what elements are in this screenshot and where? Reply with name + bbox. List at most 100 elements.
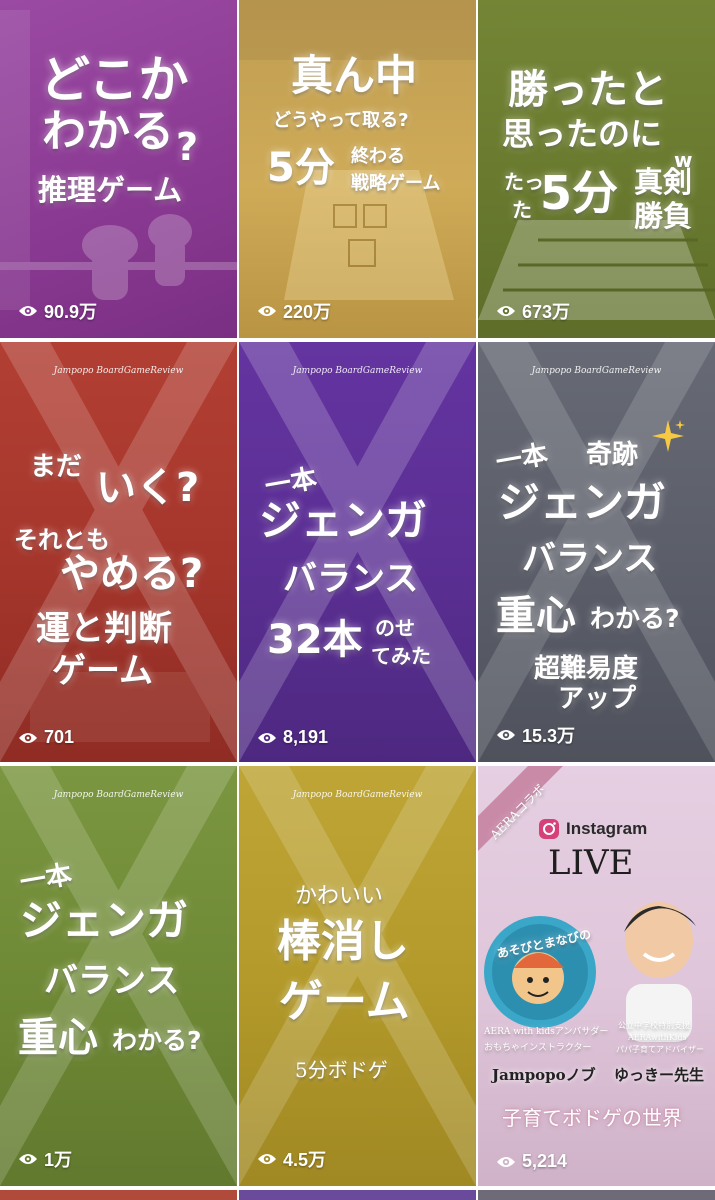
title-line: ジェンガ bbox=[498, 478, 667, 527]
instagram-label: Instagram bbox=[566, 819, 648, 838]
reel-tile-4[interactable]: Jampopo BoardGameReview まだ いく? それとも やめる?… bbox=[0, 342, 237, 762]
view-count: 673万 bbox=[496, 298, 570, 324]
title-line: わかる? bbox=[112, 1026, 202, 1055]
title-line: どこか bbox=[40, 51, 189, 109]
presenter-portrait bbox=[624, 902, 696, 1042]
title-question: ? bbox=[176, 125, 199, 169]
credit-line: AERAwithKids bbox=[628, 1033, 687, 1042]
title-line: まだ bbox=[30, 452, 83, 482]
channel-watermark: Jampopo BoardGameReview bbox=[53, 366, 184, 376]
view-count: 15.3万 bbox=[496, 722, 575, 748]
reel-tile-7[interactable]: Jampopo BoardGameReview 一本 ジェンガ バランス 重心 … bbox=[0, 766, 237, 1186]
view-count-text: 220万 bbox=[283, 302, 332, 322]
title-line: のせ bbox=[375, 616, 415, 640]
eye-icon bbox=[258, 306, 276, 316]
view-count-text: 673万 bbox=[522, 302, 571, 322]
title-line: てみた bbox=[371, 644, 431, 668]
view-count: 220万 bbox=[257, 298, 331, 324]
title-line: 重心 bbox=[496, 593, 576, 639]
title-line: 真ん中 bbox=[291, 51, 418, 100]
title-line: やめる? bbox=[60, 551, 204, 597]
title-line: どうやって取る? bbox=[273, 110, 409, 131]
reel-tile-2[interactable]: 真ん中 どうやって取る? 5分 終わる 戦略ゲーム 220万 bbox=[239, 0, 476, 338]
eye-icon bbox=[19, 732, 37, 743]
x-overlay bbox=[239, 342, 476, 762]
title-line: 勝負 bbox=[634, 199, 693, 233]
view-count-text: 15.3万 bbox=[522, 726, 576, 746]
title-line: かわいい bbox=[295, 884, 384, 909]
credit-line: パパ子育てアドバイザー bbox=[616, 1045, 704, 1054]
title-line: 勝ったと bbox=[508, 67, 668, 113]
title-line: 奇跡 bbox=[586, 440, 639, 470]
view-count: 90.9万 bbox=[18, 298, 97, 324]
title-line: 重心 bbox=[18, 1015, 98, 1061]
title-line: 真剣 bbox=[634, 165, 693, 199]
title-line: た bbox=[512, 198, 532, 222]
eye-icon bbox=[19, 1154, 37, 1164]
title-line: ゲーム bbox=[279, 976, 410, 1027]
credit-line: 公立中学校特別支援 bbox=[618, 1021, 690, 1030]
eye-icon bbox=[258, 1154, 276, 1164]
title-line: 5分 bbox=[267, 145, 335, 191]
title-line: たっ bbox=[504, 170, 544, 194]
title-line: 5分 bbox=[540, 166, 619, 220]
view-count-text: 1万 bbox=[44, 1150, 73, 1170]
reel-tile-8[interactable]: Jampopo BoardGameReview かわいい 棒消し ゲーム 5分ボ… bbox=[239, 766, 476, 1186]
title-line: 棒消し bbox=[277, 916, 409, 967]
reel-tile-11-partial[interactable] bbox=[239, 1190, 476, 1200]
title-line: それとも bbox=[14, 526, 110, 554]
view-count: 4.5万 bbox=[257, 1146, 326, 1172]
view-count-text: 5,214 bbox=[522, 1151, 568, 1171]
event-title: 子育てボドゲの世界 bbox=[502, 1106, 682, 1130]
credit-line: AERA with kidsアンバサダー bbox=[484, 1027, 609, 1037]
title-line: ゲーム bbox=[52, 651, 153, 691]
eye-icon bbox=[497, 1156, 515, 1167]
reel-tile-10-partial[interactable] bbox=[0, 1190, 237, 1200]
title-line: 運と判断 bbox=[36, 609, 172, 649]
eye-icon bbox=[497, 730, 515, 740]
title-line: ジェンガ bbox=[20, 896, 189, 945]
title-line: 戦略ゲーム bbox=[351, 173, 441, 194]
credit-line: おもちゃインストラクター bbox=[484, 1043, 592, 1053]
title-line: 超難易度 bbox=[534, 654, 639, 684]
view-count: 5,214 bbox=[496, 1151, 567, 1172]
channel-watermark: Jampopo BoardGameReview bbox=[292, 366, 423, 376]
reel-tile-9[interactable]: AERAコラボ Instagram LIVE あそびとまなびの AERA wit… bbox=[478, 766, 715, 1186]
title-line: わかる bbox=[42, 106, 174, 157]
reel-tile-5[interactable]: Jampopo BoardGameReview 一本 ジェンガ バランス 32本… bbox=[239, 342, 476, 762]
presenter-name: ゆっきー先生 bbox=[614, 1066, 705, 1084]
eye-icon bbox=[497, 306, 515, 316]
view-count: 8,191 bbox=[257, 727, 328, 748]
reel-tile-6[interactable]: Jampopo BoardGameReview 一本 奇跡 ジェンガ バランス … bbox=[478, 342, 715, 762]
presenter-name: Jampopoノブ bbox=[492, 1066, 596, 1084]
view-count-text: 4.5万 bbox=[283, 1150, 327, 1170]
channel-watermark: Jampopo BoardGameReview bbox=[53, 790, 184, 800]
live-label: LIVE bbox=[548, 843, 634, 883]
title-line: わかる? bbox=[590, 604, 680, 633]
title-line: 終わる bbox=[351, 146, 405, 167]
view-count-text: 701 bbox=[44, 727, 75, 747]
eye-icon bbox=[19, 306, 37, 316]
title-line: 推理ゲーム bbox=[38, 173, 183, 207]
title-line: バランス bbox=[522, 539, 658, 579]
channel-watermark: Jampopo BoardGameReview bbox=[292, 790, 423, 800]
eye-icon bbox=[258, 732, 276, 743]
reel-grid: どこか わかる ? 推理ゲーム 90.9万 真ん中 どうやって取る? 5分 終わ… bbox=[0, 0, 715, 1200]
title-line: アップ bbox=[558, 684, 637, 714]
sparkle-icon bbox=[652, 420, 685, 452]
reel-tile-3[interactable]: 勝ったと 思ったのに w たっ た 5分 真剣 勝負 673万 bbox=[478, 0, 715, 338]
instagram-icon bbox=[539, 819, 559, 839]
reel-tile-12-partial[interactable] bbox=[478, 1190, 715, 1200]
view-count: 701 bbox=[18, 727, 74, 748]
title-line: いく? bbox=[96, 465, 200, 511]
reel-tile-1[interactable]: どこか わかる ? 推理ゲーム 90.9万 bbox=[0, 0, 237, 338]
view-count-text: 90.9万 bbox=[44, 302, 98, 322]
title-line: 32本 bbox=[267, 617, 363, 663]
title-line: 5分ボドゲ bbox=[295, 1058, 388, 1082]
title-line: バランス bbox=[44, 961, 180, 1001]
title-line: 思ったのに bbox=[502, 115, 663, 153]
view-count-text: 8,191 bbox=[283, 727, 329, 747]
channel-watermark: Jampopo BoardGameReview bbox=[531, 366, 662, 376]
title-line: バランス bbox=[283, 559, 419, 599]
view-count: 1万 bbox=[18, 1146, 72, 1172]
